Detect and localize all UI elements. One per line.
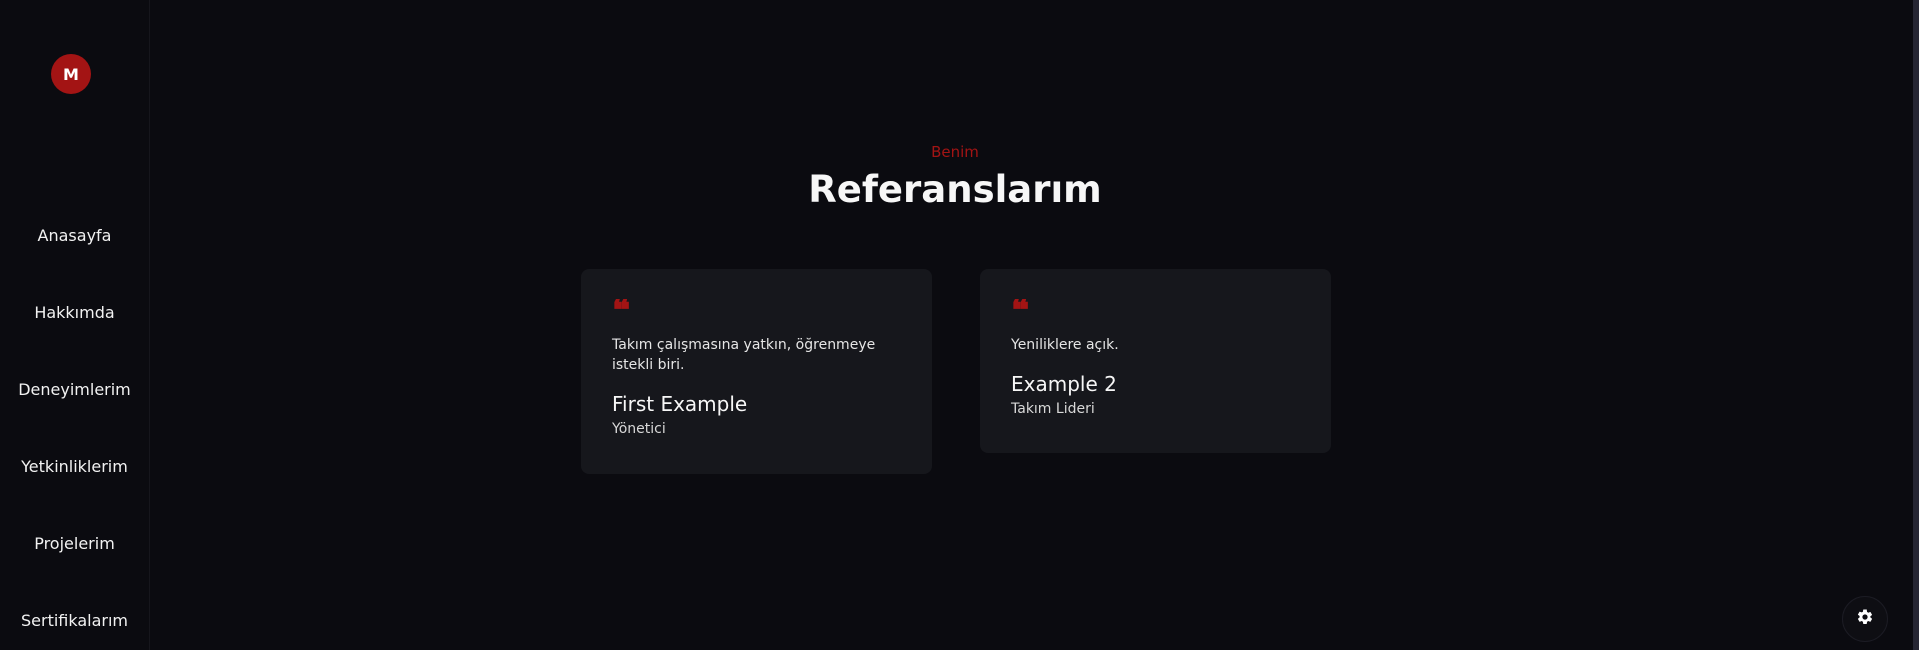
sidebar: M Anasayfa Hakkımda Deneyimlerim Yetkinl…	[0, 0, 150, 650]
section-eyebrow: Benim	[931, 143, 979, 161]
sidebar-item-projelerim[interactable]: Projelerim	[0, 533, 149, 555]
quote-icon: ❝	[1011, 299, 1030, 319]
page: M Anasayfa Hakkımda Deneyimlerim Yetkinl…	[0, 0, 1919, 650]
scrollbar[interactable]	[1913, 0, 1919, 650]
settings-button[interactable]	[1842, 596, 1888, 642]
sidebar-item-hakkimda[interactable]: Hakkımda	[0, 302, 149, 324]
reference-text: Takım çalışmasına yatkın, öğrenmeye iste…	[612, 337, 876, 373]
reference-card: ❝ Takım çalışmasına yatkın, öğrenmeye is…	[581, 269, 932, 474]
quote-icon: ❝	[612, 299, 631, 319]
sidebar-item-yetkinliklerim[interactable]: Yetkinliklerim	[0, 456, 149, 478]
avatar[interactable]: M	[51, 54, 91, 94]
reference-role: Takım Lideri	[1011, 401, 1095, 417]
sidebar-item-anasayfa[interactable]: Anasayfa	[0, 225, 149, 247]
reference-name: Example 2	[1011, 372, 1117, 396]
sidebar-item-sertifikalarim[interactable]: Sertifikalarım	[0, 610, 149, 632]
reference-text: Yeniliklere açık.	[1011, 337, 1119, 353]
sidebar-item-deneyimlerim[interactable]: Deneyimlerim	[0, 379, 149, 401]
reference-card: ❝ Yeniliklere açık. Example 2 Takım Lide…	[980, 269, 1331, 453]
reference-role: Yönetici	[612, 421, 666, 437]
reference-name: First Example	[612, 392, 748, 416]
gear-icon	[1856, 608, 1874, 630]
page-title: Referanslarım	[808, 168, 1102, 211]
